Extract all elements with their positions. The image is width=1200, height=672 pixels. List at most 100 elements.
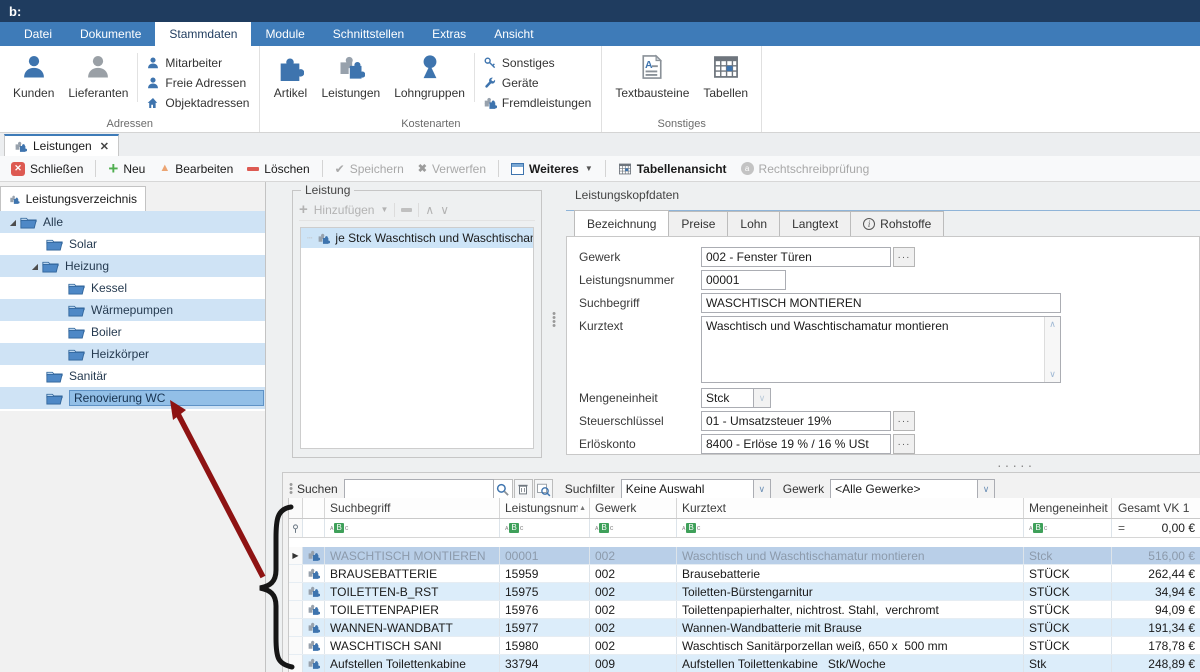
- move-up-icon[interactable]: ∧: [425, 203, 434, 217]
- menu-dokumente[interactable]: Dokumente: [66, 22, 155, 46]
- clear-search-button[interactable]: [514, 479, 533, 499]
- table-row[interactable]: BRAUSEBATTERIE 15959 002 Brausebatterie …: [289, 565, 1200, 583]
- panel-splitter-grip[interactable]: ••••: [551, 312, 557, 328]
- search-button[interactable]: [494, 479, 513, 499]
- tab-rohstoffe[interactable]: i Rohstoffe: [851, 211, 944, 237]
- rechtschreibpruefung-button[interactable]: a Rechtschreibprüfung: [736, 160, 875, 178]
- table-row[interactable]: WANNEN-WANDBATT 15977 002 Wannen-Wandbat…: [289, 619, 1200, 637]
- advanced-search-button[interactable]: [534, 479, 553, 499]
- tree-item-sanitaer[interactable]: Sanitär: [0, 365, 265, 387]
- gewerk-filter-combobox[interactable]: <Alle Gewerke> ∨: [830, 479, 995, 499]
- scroll-down-icon[interactable]: ∨: [1049, 369, 1056, 380]
- tab-langtext[interactable]: Langtext: [780, 211, 851, 237]
- filter-leistungsnummer[interactable]: ᴀBᴄ: [500, 519, 590, 537]
- bearbeiten-button[interactable]: ▲ Bearbeiten: [154, 160, 238, 178]
- tree-item-heizkoerper[interactable]: Heizkörper: [0, 343, 265, 365]
- kunden-button[interactable]: Kunden: [6, 49, 61, 100]
- leistung-list-item[interactable]: ┄ je Stck Waschtisch und Waschtischamatu…: [301, 228, 533, 248]
- tabellenansicht-button[interactable]: Tabellenansicht: [613, 160, 732, 178]
- hinzufuegen-button[interactable]: Hinzufügen: [314, 203, 375, 217]
- column-gewerk[interactable]: Gewerk: [590, 498, 677, 518]
- search-input[interactable]: [344, 479, 494, 499]
- remove-icon[interactable]: [401, 208, 412, 212]
- filter-mengeneinheit[interactable]: ᴀBᴄ: [1024, 519, 1112, 537]
- dropdown-arrow-icon[interactable]: ▼: [380, 205, 388, 214]
- filter-kurztext[interactable]: ᴀBᴄ: [677, 519, 1024, 537]
- table-row[interactable]: TOILETTEN-B_RST 15975 002 Toiletten-Bürs…: [289, 583, 1200, 601]
- move-down-icon[interactable]: ∨: [440, 203, 449, 217]
- filter-gesamt-vk1[interactable]: = 0,00 €: [1112, 519, 1200, 537]
- filter-gewerk[interactable]: ᴀBᴄ: [590, 519, 677, 537]
- scrollbar[interactable]: ∧ ∨: [1044, 317, 1060, 382]
- horizontal-splitter[interactable]: ·····: [282, 455, 1200, 472]
- steuerschluessel-field[interactable]: [701, 411, 891, 431]
- tab-lohn[interactable]: Lohn: [728, 211, 780, 237]
- equals-operator-icon[interactable]: =: [1118, 521, 1162, 535]
- erloeskonto-field[interactable]: [701, 434, 891, 454]
- artikel-button[interactable]: Artikel: [266, 49, 314, 100]
- tab-leistungsverzeichnis[interactable]: Leistungsverzeichnis: [0, 186, 146, 211]
- tab-bezeichnung[interactable]: Bezeichnung: [574, 210, 669, 237]
- tree-item-waermepumpen[interactable]: Wärmepumpen: [0, 299, 265, 321]
- add-icon: +: [299, 204, 308, 216]
- erloeskonto-lookup-button[interactable]: ···: [893, 434, 915, 454]
- menu-stammdaten[interactable]: Stammdaten: [155, 22, 251, 46]
- lieferanten-button[interactable]: Lieferanten: [61, 49, 135, 100]
- close-tab-icon[interactable]: ✕: [100, 140, 109, 153]
- tab-leistungen[interactable]: Leistungen ✕: [4, 134, 119, 156]
- mitarbeiter-button[interactable]: Mitarbeiter: [146, 54, 249, 71]
- mengeneinheit-combobox[interactable]: Stck ∨: [701, 388, 771, 408]
- geraete-button[interactable]: Geräte: [483, 74, 591, 91]
- filter-suchbegriff[interactable]: ᴀBᴄ: [325, 519, 500, 537]
- tree-item-renovierung-wc[interactable]: Renovierung WC: [0, 387, 265, 409]
- menu-schnittstellen[interactable]: Schnittstellen: [319, 22, 418, 46]
- menu-ansicht[interactable]: Ansicht: [480, 22, 547, 46]
- column-mengeneinheit[interactable]: Mengeneinheit: [1024, 498, 1112, 518]
- tree-item-solar[interactable]: Solar: [0, 233, 265, 255]
- tree-item-alle[interactable]: ◢ Alle: [0, 211, 265, 233]
- leistungen-button[interactable]: Leistungen: [314, 49, 387, 100]
- steuerschluessel-lookup-button[interactable]: ···: [893, 411, 915, 431]
- leistungsnummer-field[interactable]: [701, 270, 786, 290]
- table-row[interactable]: WASCHTISCH SANI 15980 002 Waschtisch San…: [289, 637, 1200, 655]
- neu-button[interactable]: + Neu: [103, 160, 150, 178]
- chevron-down-icon[interactable]: ∨: [753, 479, 771, 499]
- tabellen-button[interactable]: Tabellen: [696, 49, 755, 100]
- suchfilter-combobox[interactable]: Keine Auswahl ∨: [621, 479, 771, 499]
- gewerk-lookup-button[interactable]: ···: [893, 247, 915, 267]
- column-leistungsnummer[interactable]: Leistungsnummer ▲: [500, 498, 590, 518]
- table-row[interactable]: ▶ WASCHTISCH MONTIEREN 00001 002 Waschti…: [289, 547, 1200, 565]
- freie-adressen-button[interactable]: Freie Adressen: [146, 74, 249, 91]
- tree-item-boiler[interactable]: Boiler: [0, 321, 265, 343]
- gewerk-field[interactable]: [701, 247, 891, 267]
- objektadressen-button[interactable]: Objektadressen: [146, 94, 249, 111]
- chevron-down-icon[interactable]: ∨: [753, 388, 771, 408]
- toolbar-grip[interactable]: •••: [287, 483, 295, 495]
- speichern-button[interactable]: ✔ Speichern: [330, 160, 409, 178]
- chevron-down-icon[interactable]: ∨: [977, 479, 995, 499]
- expander-icon[interactable]: ◢: [28, 262, 42, 271]
- menu-datei[interactable]: Datei: [10, 22, 66, 46]
- schliessen-button[interactable]: ✕ Schließen: [6, 160, 88, 178]
- table-row[interactable]: Aufstellen Toilettenkabine 33794 009 Auf…: [289, 655, 1200, 672]
- menu-extras[interactable]: Extras: [418, 22, 480, 46]
- table-row[interactable]: TOILETTENPAPIER 15976 002 Toilettenpapie…: [289, 601, 1200, 619]
- kurztext-field[interactable]: Waschtisch und Waschtischamatur montiere…: [701, 316, 1061, 383]
- verwerfen-button[interactable]: ✖ Verwerfen: [413, 160, 491, 178]
- column-suchbegriff[interactable]: Suchbegriff: [325, 498, 500, 518]
- menu-module[interactable]: Module: [251, 22, 318, 46]
- textbausteine-button[interactable]: Textbausteine: [608, 49, 696, 100]
- tree-item-heizung[interactable]: ◢ Heizung: [0, 255, 265, 277]
- lohngruppen-button[interactable]: Lohngruppen: [387, 49, 472, 100]
- fremdleistungen-button[interactable]: Fremdleistungen: [483, 94, 591, 111]
- scroll-up-icon[interactable]: ∧: [1049, 319, 1056, 330]
- column-gesamt-vk1[interactable]: Gesamt VK 1: [1112, 498, 1200, 518]
- suchbegriff-field[interactable]: [701, 293, 1061, 313]
- sonstiges-button[interactable]: Sonstiges: [483, 54, 591, 71]
- column-kurztext[interactable]: Kurztext: [677, 498, 1024, 518]
- weiteres-button[interactable]: Weiteres ▼: [506, 160, 598, 178]
- expander-icon[interactable]: ◢: [6, 218, 20, 227]
- loeschen-button[interactable]: Löschen: [242, 160, 314, 178]
- tree-item-kessel[interactable]: Kessel: [0, 277, 265, 299]
- tab-preise[interactable]: Preise: [669, 211, 728, 237]
